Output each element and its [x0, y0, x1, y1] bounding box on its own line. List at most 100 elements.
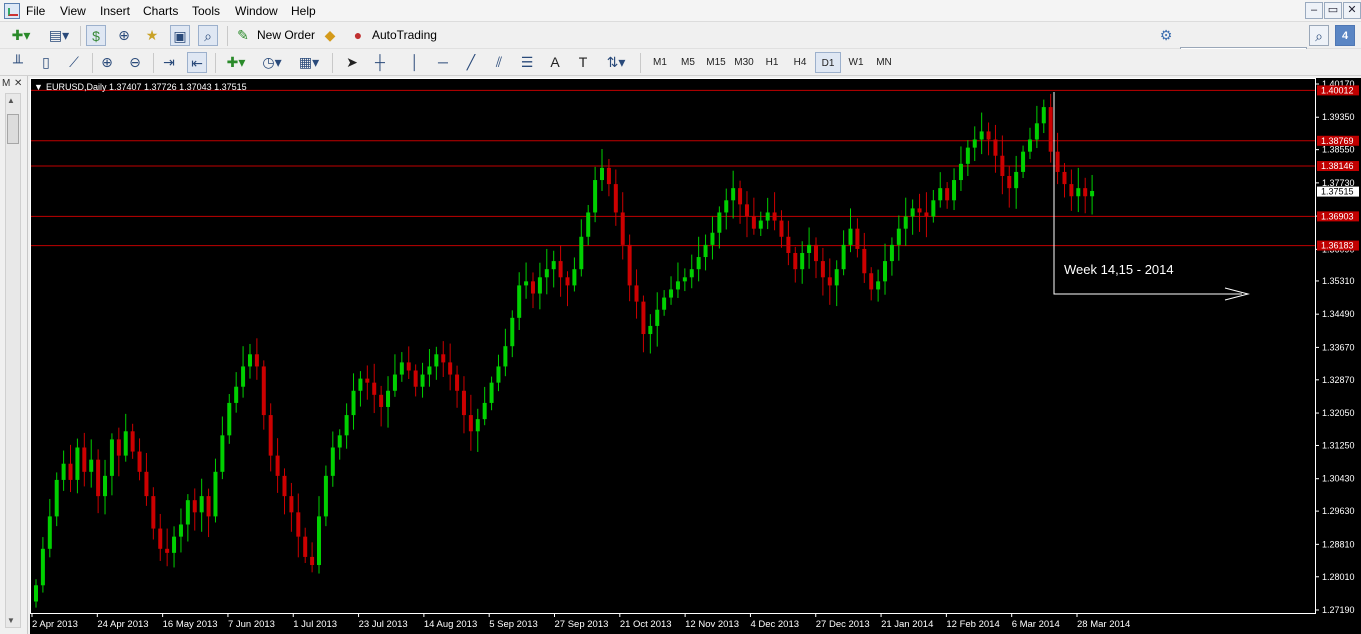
- text-icon[interactable]: A: [545, 52, 565, 73]
- price-tick-label: 1.32050: [1322, 408, 1355, 418]
- candlestick-icon[interactable]: ▯: [36, 52, 56, 73]
- vertical-line-icon[interactable]: │: [405, 52, 425, 73]
- candle-body: [123, 431, 128, 456]
- candle-body: [551, 261, 556, 270]
- terminal-icon[interactable]: ▣: [170, 25, 190, 46]
- candle-body: [1090, 190, 1095, 197]
- line-chart-icon[interactable]: ⟋: [64, 52, 84, 73]
- menu-window[interactable]: Window: [235, 4, 278, 18]
- price-tick-label: 1.30430: [1322, 474, 1355, 484]
- templates-icon[interactable]: ▦▾: [294, 52, 324, 73]
- price-tick-label: 1.29630: [1322, 506, 1355, 516]
- search-icon[interactable]: ⌕: [1309, 25, 1329, 46]
- period-m15[interactable]: M15: [703, 52, 729, 73]
- settings-gear-icon[interactable]: ⚙: [1156, 25, 1176, 46]
- indicators-icon[interactable]: ✚▾: [221, 52, 251, 73]
- candle-body: [254, 354, 259, 367]
- candle-body: [1041, 107, 1046, 124]
- cursor-icon[interactable]: ➤: [342, 52, 362, 73]
- scroll-up-icon[interactable]: ▲: [7, 96, 15, 105]
- trendline-icon[interactable]: ╱: [461, 52, 481, 73]
- equidistant-channel-icon[interactable]: ⫽: [489, 52, 509, 73]
- toolbar-separator: [215, 53, 216, 73]
- candle-body: [103, 475, 108, 497]
- side-tab-label[interactable]: M: [2, 78, 10, 89]
- close-icon[interactable]: ✕: [14, 78, 22, 89]
- fibonacci-icon[interactable]: ☰: [517, 52, 537, 73]
- candle-body: [903, 216, 908, 229]
- market-watch-icon[interactable]: $: [86, 25, 106, 46]
- period-m1[interactable]: M1: [647, 52, 673, 73]
- candle-body: [675, 281, 680, 290]
- chart-shift-icon[interactable]: ⇥: [159, 52, 179, 73]
- scroll-down-icon[interactable]: ▼: [7, 616, 15, 625]
- candle-body: [537, 277, 542, 294]
- new-order-icon[interactable]: ✎: [233, 25, 253, 46]
- candle-body: [855, 228, 860, 249]
- menu-help[interactable]: Help: [291, 4, 316, 18]
- folder-star-icon[interactable]: ★: [142, 25, 162, 46]
- candle-body: [503, 346, 508, 367]
- text-label-icon[interactable]: T: [573, 52, 593, 73]
- candle-body: [965, 147, 970, 164]
- candle-body: [917, 208, 922, 213]
- candle-body: [413, 370, 418, 387]
- scrollbar-thumb[interactable]: [7, 114, 19, 144]
- strategy-tester-icon[interactable]: ⌕: [198, 25, 218, 46]
- menu-insert[interactable]: Insert: [100, 4, 130, 18]
- candle-body: [475, 419, 480, 432]
- candle-body: [945, 188, 950, 201]
- close-window-button[interactable]: ✕: [1343, 2, 1361, 19]
- candle-body: [972, 139, 977, 148]
- date-tick-label: 21 Jan 2014: [881, 619, 933, 630]
- menu-file[interactable]: File: [26, 4, 45, 18]
- period-d1[interactable]: D1: [815, 52, 841, 73]
- level-price-label: 1.38769: [1321, 136, 1354, 146]
- arrows-icon[interactable]: ⇅▾: [601, 52, 631, 73]
- candle-body: [655, 309, 660, 326]
- toolbar-separator: [80, 26, 81, 46]
- autotrading-button[interactable]: AutoTrading: [372, 25, 437, 46]
- candle-body: [731, 188, 736, 201]
- candle-body: [130, 431, 135, 452]
- menu-view[interactable]: View: [60, 4, 86, 18]
- new-order-button[interactable]: New Order: [257, 25, 315, 46]
- candle-body: [724, 200, 729, 213]
- candle-body: [627, 244, 632, 286]
- period-m5[interactable]: M5: [675, 52, 701, 73]
- period-w1[interactable]: W1: [843, 52, 869, 73]
- bar-chart-icon[interactable]: ╨: [8, 52, 28, 73]
- menu-tools[interactable]: Tools: [192, 4, 220, 18]
- autoscroll-icon[interactable]: ⇤: [187, 52, 207, 73]
- candle-body: [1034, 123, 1039, 140]
- side-scrollbar[interactable]: ▲ ▼: [5, 93, 21, 628]
- date-tick-label: 12 Nov 2013: [685, 619, 739, 630]
- candle-body: [910, 208, 915, 217]
- minimize-button[interactable]: –: [1305, 2, 1323, 19]
- candle-body: [993, 139, 998, 156]
- metaeditor-icon[interactable]: ◆: [320, 25, 340, 46]
- crosshair-navigator-icon[interactable]: ⊕: [114, 25, 134, 46]
- zoom-out-icon[interactable]: ⊖: [125, 52, 145, 73]
- price-tick-label: 1.27190: [1322, 605, 1355, 615]
- period-h4[interactable]: H4: [787, 52, 813, 73]
- period-h1[interactable]: H1: [759, 52, 785, 73]
- candle-body: [461, 390, 466, 416]
- horizontal-line-icon[interactable]: ─: [433, 52, 453, 73]
- restore-button[interactable]: ▭: [1324, 2, 1342, 19]
- candle-body: [489, 382, 494, 403]
- profiles-icon[interactable]: ▤▾: [44, 25, 74, 46]
- period-m30[interactable]: M30: [731, 52, 757, 73]
- notifications-badge[interactable]: 4: [1335, 25, 1355, 46]
- candle-body: [696, 257, 701, 270]
- autotrading-icon[interactable]: ●: [348, 25, 368, 46]
- period-mn[interactable]: MN: [871, 52, 897, 73]
- menu-charts[interactable]: Charts: [143, 4, 178, 18]
- price-chart[interactable]: Week 14,15 - 2014 ▼ EURUSD,Daily 1.37407…: [30, 78, 1361, 634]
- zoom-in-icon[interactable]: ⊕: [97, 52, 117, 73]
- crosshair-icon[interactable]: ┼: [370, 52, 390, 73]
- price-tick-label: 1.38550: [1322, 145, 1355, 155]
- standard-toolbar: ✚▾ ▤▾ $ ⊕ ★ ▣ ⌕ ✎ New Order ◆ ● AutoTrad…: [0, 22, 1361, 67]
- periods-clock-icon[interactable]: ◷▾: [257, 52, 287, 73]
- new-chart-icon[interactable]: ✚▾: [6, 25, 36, 46]
